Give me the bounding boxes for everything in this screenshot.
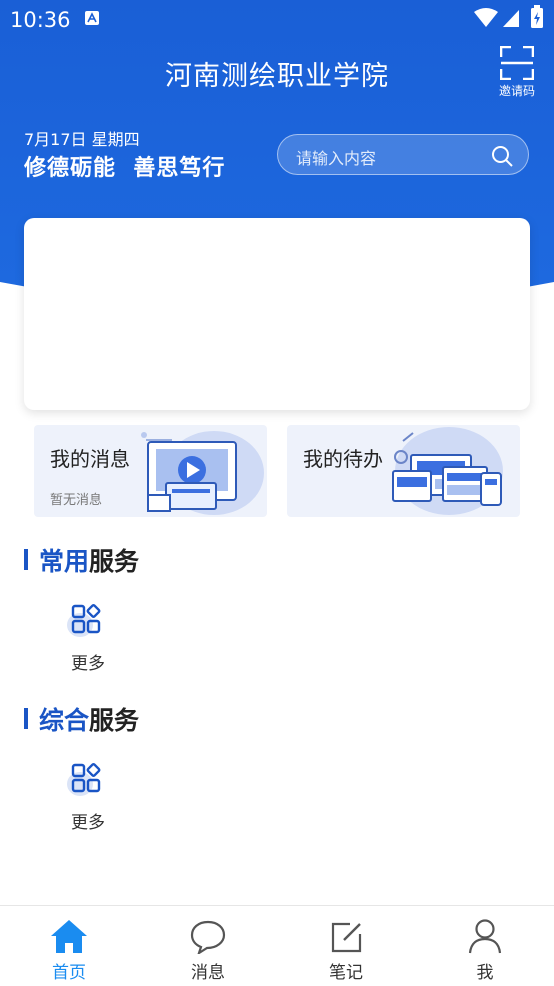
page-title: 河南测绘职业学院 (165, 61, 389, 92)
section-marker (24, 708, 28, 729)
search-icon[interactable] (491, 145, 513, 167)
tab-me-label: 我 (476, 963, 494, 983)
signal-icon (503, 10, 519, 27)
edit-icon (331, 922, 362, 953)
chat-icon (190, 920, 226, 954)
scan-icon (500, 46, 534, 80)
tab-me[interactable]: 我 (435, 906, 535, 986)
section-title-rest: 服务 (89, 547, 140, 576)
messages-illustration (141, 431, 264, 515)
grid-icon (67, 604, 101, 637)
status-time: 10:36 (10, 8, 71, 32)
tab-messages-label: 消息 (191, 963, 225, 983)
tab-messages[interactable]: 消息 (158, 906, 258, 986)
common-services-heading: 常用服务 (24, 542, 139, 578)
search-placeholder: 请输入内容 (296, 149, 377, 168)
my-messages-subtitle: 暂无消息 (50, 493, 103, 508)
tab-notes-label: 笔记 (329, 963, 363, 983)
my-messages-title: 我的消息 (50, 447, 130, 471)
user-icon (468, 919, 502, 954)
integrated-services-heading: 综合服务 (24, 701, 139, 737)
section-title-highlight: 常用 (39, 547, 90, 576)
section-marker (24, 549, 28, 570)
banner-card[interactable] (24, 218, 530, 410)
my-todo-title: 我的待办 (303, 447, 383, 471)
tab-home[interactable]: 首页 (19, 906, 119, 986)
my-messages-card[interactable]: 我的消息 暂无消息 (34, 425, 267, 517)
more-label: 更多 (71, 654, 105, 674)
notification-icon (85, 11, 99, 25)
grid-icon (67, 763, 101, 796)
section-title-highlight: 综合 (39, 706, 90, 735)
search-box[interactable]: 请输入内容 (277, 134, 529, 175)
invite-code-label: 邀请码 (498, 84, 535, 98)
school-motto: 修德砺能 善思笃行 (24, 156, 226, 181)
bottom-tab-bar: 首页 消息 笔记 我 (0, 905, 554, 985)
date-text: 7月17日 星期四 (24, 130, 140, 149)
wifi-icon (474, 8, 498, 27)
home-icon (51, 920, 87, 953)
tab-home-label: 首页 (52, 963, 86, 983)
section-title-rest: 服务 (89, 706, 140, 735)
my-todo-card[interactable]: 我的待办 (287, 425, 520, 517)
tab-notes[interactable]: 笔记 (296, 906, 396, 986)
invite-code-button[interactable]: 邀请码 (492, 44, 542, 100)
battery-icon (531, 5, 543, 28)
more-label: 更多 (71, 813, 105, 833)
todo-illustration (392, 427, 503, 515)
